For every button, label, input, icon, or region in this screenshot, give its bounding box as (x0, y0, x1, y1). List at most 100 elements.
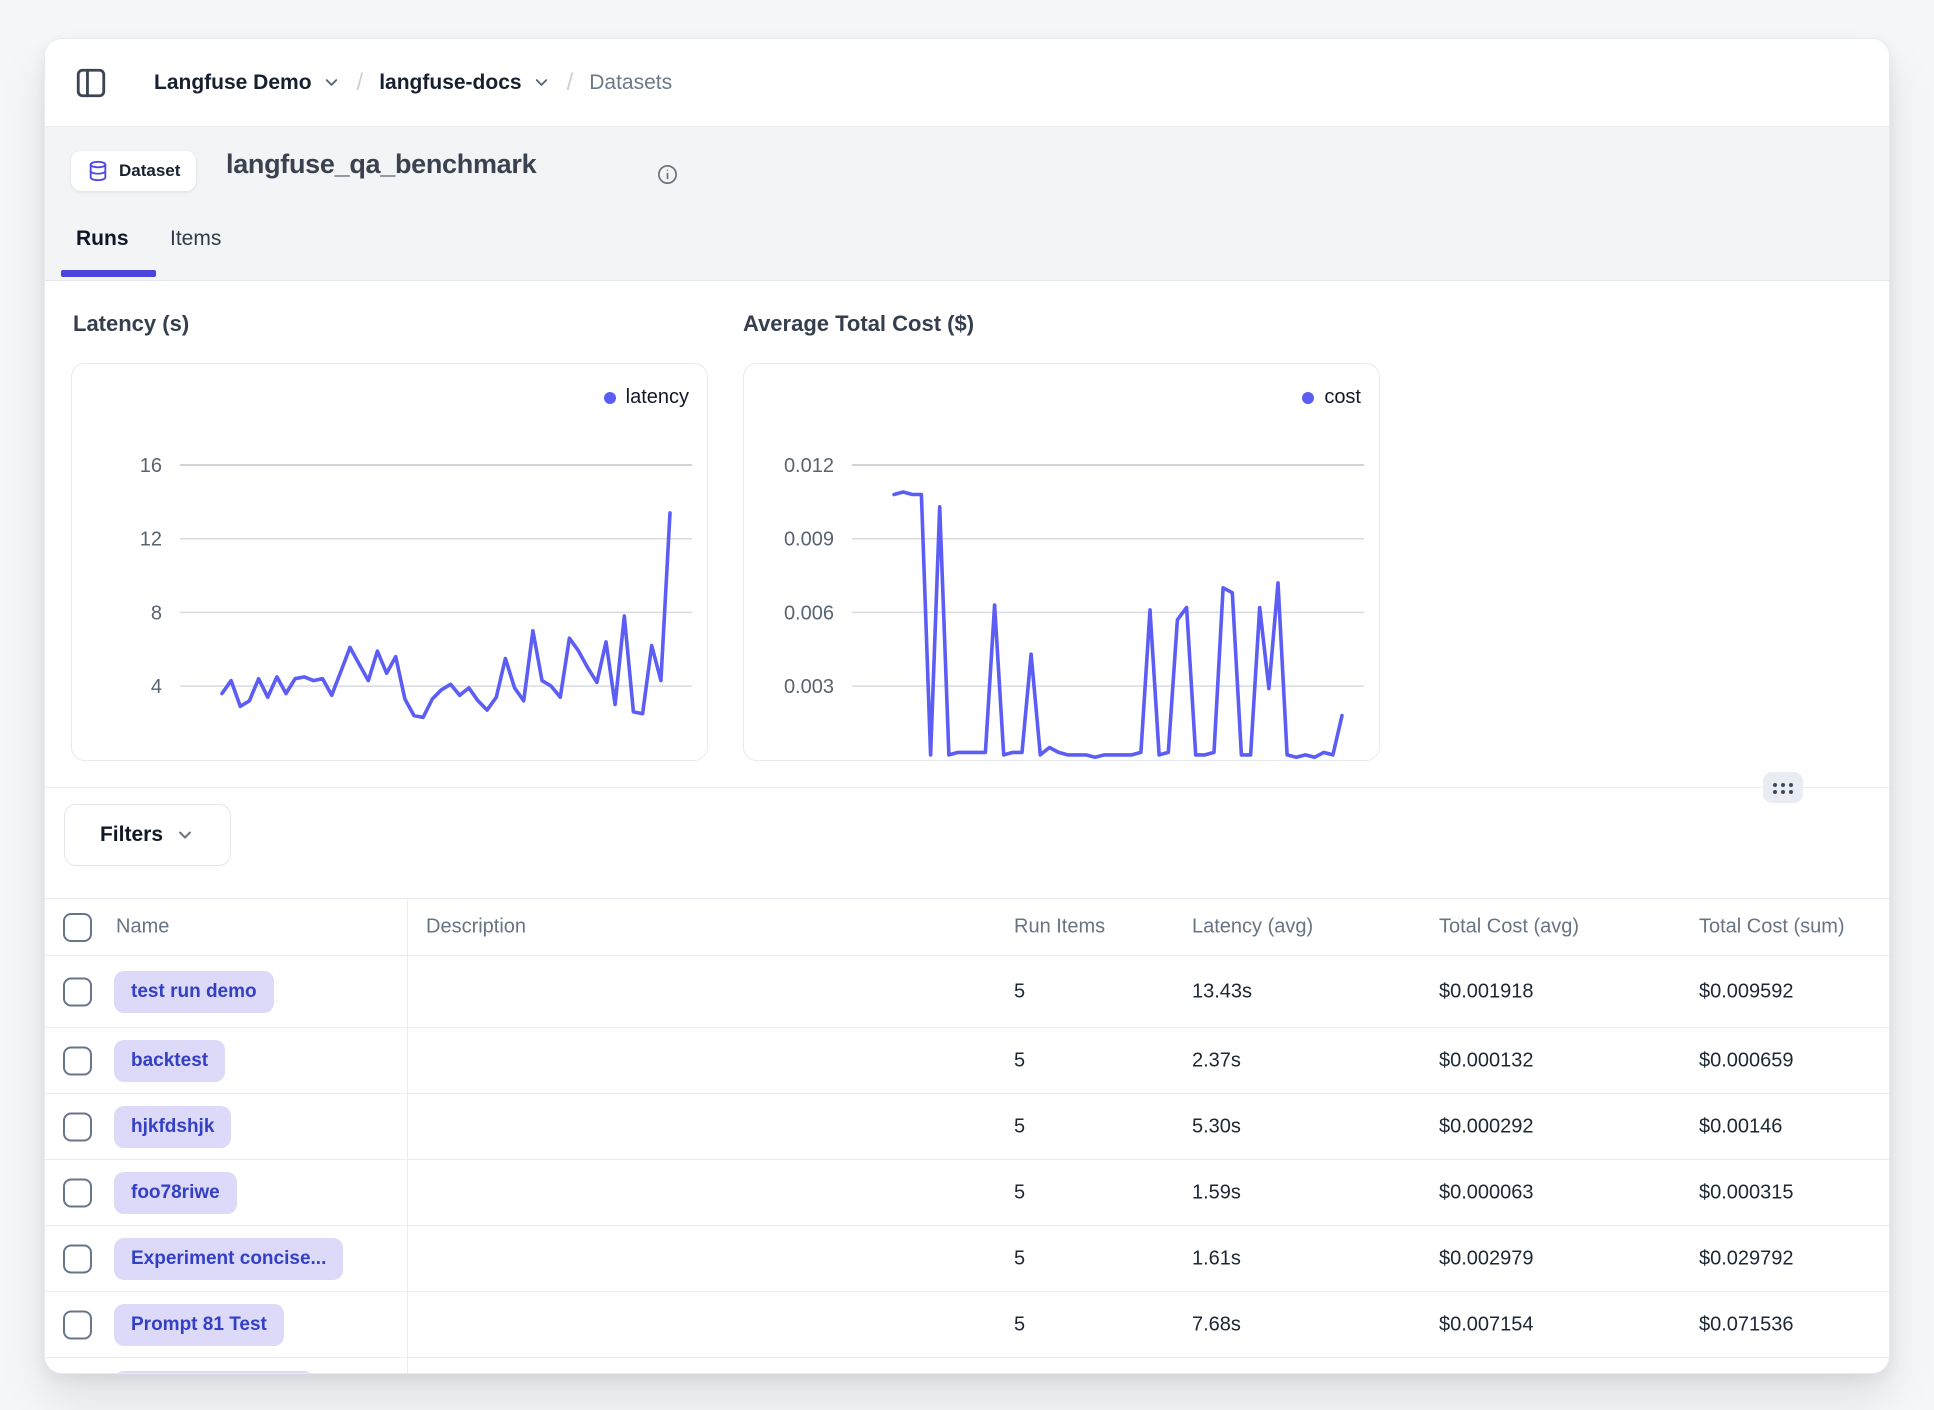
cell-total-cost-avg: $0.000132 (1439, 1049, 1534, 1072)
row-checkbox[interactable] (63, 1244, 92, 1273)
run-name-badge[interactable]: hjkfdshjk (114, 1106, 231, 1148)
active-tab-indicator (61, 270, 156, 277)
row-checkbox[interactable] (63, 1310, 92, 1339)
cell-run-items: 5 (1014, 980, 1025, 1003)
breadcrumb-bar: Langfuse Demo / langfuse-docs / Datasets (45, 39, 1889, 127)
run-name-badge[interactable]: backtest (114, 1040, 225, 1082)
row-checkbox[interactable] (63, 1374, 92, 1375)
breadcrumb-separator: / (357, 69, 364, 97)
svg-text:0.006: 0.006 (784, 602, 834, 624)
grip-dots-icon (1771, 780, 1795, 796)
page-header: Dataset langfuse_qa_benchmark Runs Items (45, 127, 1889, 281)
cost-chart-card: 0.0120.0090.0060.003 cost (743, 363, 1380, 761)
app-window: Langfuse Demo / langfuse-docs / Datasets… (44, 38, 1890, 1374)
run-name-badge[interactable]: test run demo (114, 971, 274, 1013)
column-header-total-cost-avg[interactable]: Total Cost (avg) (1439, 916, 1579, 939)
row-checkbox[interactable] (63, 1046, 92, 1075)
cell-total-cost-avg: $0.000292 (1439, 1115, 1534, 1138)
cell-run-items: 5 (1014, 1049, 1025, 1072)
column-divider (407, 898, 408, 1373)
table-row[interactable]: test run demo 5 13.43s $0.001918 $0.009592 (45, 956, 1889, 1028)
breadcrumb-page-label: Datasets (589, 71, 672, 95)
cell-run-items: 5 (1014, 1313, 1025, 1336)
table-row-partial[interactable] (45, 1358, 1889, 1374)
info-icon (656, 163, 679, 186)
cell-total-cost-sum: $0.000659 (1699, 1049, 1794, 1072)
cell-total-cost-sum: $0.00146 (1699, 1115, 1782, 1138)
latency-line-chart: 161284 (72, 364, 707, 760)
table-body: test run demo 5 13.43s $0.001918 $0.009592 ba… (45, 956, 1889, 1374)
tab-items[interactable]: Items (170, 227, 221, 251)
cell-latency-avg: 5.30s (1192, 1115, 1241, 1138)
svg-text:16: 16 (140, 455, 162, 477)
cell-latency-avg: 1.61s (1192, 1247, 1241, 1270)
section-divider (45, 787, 1889, 788)
table-row[interactable]: foo78riwe 5 1.59s $0.000063 $0.000315 (45, 1160, 1889, 1226)
cell-total-cost-sum: $0.009592 (1699, 980, 1794, 1003)
svg-text:0.003: 0.003 (784, 676, 834, 698)
cell-run-items: 5 (1014, 1181, 1025, 1204)
cell-run-items: 5 (1014, 1115, 1025, 1138)
select-all-checkbox[interactable] (63, 913, 92, 942)
column-header-description[interactable]: Description (426, 916, 526, 939)
cell-run-items: 5 (1014, 1247, 1025, 1270)
breadcrumb-separator: / (567, 69, 574, 97)
cost-line-chart: 0.0120.0090.0060.003 (744, 364, 1379, 760)
latency-chart-card: 161284 latency (71, 363, 708, 761)
run-name-badge-clipped[interactable] (114, 1371, 314, 1374)
dataset-badge-label: Dataset (119, 161, 180, 181)
table-row[interactable]: backtest52.37s$0.000132$0.000659 (45, 1028, 1889, 1094)
cost-chart-legend: cost (1302, 386, 1361, 409)
cell-total-cost-avg: $0.007154 (1439, 1313, 1534, 1336)
chevron-down-icon (175, 825, 195, 845)
breadcrumb: Langfuse Demo / langfuse-docs / Datasets (154, 69, 672, 97)
row-checkbox[interactable] (63, 977, 92, 1006)
column-header-run-items[interactable]: Run Items (1014, 916, 1105, 939)
panel-left-icon (74, 66, 108, 100)
info-button[interactable] (656, 163, 679, 186)
svg-text:0.012: 0.012 (784, 455, 834, 477)
column-header-latency-avg[interactable]: Latency (avg) (1192, 916, 1313, 939)
legend-dot-icon (1302, 392, 1314, 404)
chart-title-latency: Latency (s) (73, 311, 189, 337)
breadcrumb-project-label: langfuse-docs (379, 71, 521, 95)
table-header-row: Name Description Run Items Latency (avg)… (45, 898, 1889, 956)
column-header-name[interactable]: Name (116, 916, 169, 939)
svg-text:12: 12 (140, 529, 162, 551)
cell-latency-avg: 7.68s (1192, 1313, 1241, 1336)
legend-label: cost (1324, 386, 1361, 409)
cell-latency-avg: 13.43s (1192, 980, 1252, 1003)
chevron-down-icon (322, 73, 341, 92)
database-icon (87, 160, 109, 182)
runs-table: Name Description Run Items Latency (avg)… (45, 898, 1889, 1373)
column-header-total-cost-sum[interactable]: Total Cost (sum) (1699, 916, 1845, 939)
filters-button[interactable]: Filters (64, 804, 231, 866)
table-row[interactable]: Prompt 81 Test 5 7.68s $0.007154 $0.071536 (45, 1292, 1889, 1358)
legend-label: latency (626, 386, 689, 409)
latency-chart-legend: latency (604, 386, 689, 409)
row-checkbox[interactable] (63, 1112, 92, 1141)
svg-text:4: 4 (151, 676, 162, 698)
dataset-type-badge: Dataset (71, 151, 196, 191)
tab-runs[interactable]: Runs (76, 227, 129, 251)
cell-total-cost-avg: $0.000063 (1439, 1181, 1534, 1204)
resize-drag-handle[interactable] (1763, 772, 1803, 803)
run-name-badge[interactable]: Prompt 81 Test (114, 1304, 284, 1346)
filters-button-label: Filters (100, 823, 163, 847)
row-checkbox[interactable] (63, 1178, 92, 1207)
sidebar-toggle-button[interactable] (74, 66, 108, 100)
run-name-badge[interactable]: foo78riwe (114, 1172, 237, 1214)
page-title: langfuse_qa_benchmark (226, 149, 536, 180)
breadcrumb-org-switcher[interactable]: Langfuse Demo (154, 71, 341, 95)
legend-dot-icon (604, 392, 616, 404)
breadcrumb-page-datasets[interactable]: Datasets (589, 71, 672, 95)
table-row[interactable]: Experiment concise...51.61s$0.002979$0.0… (45, 1226, 1889, 1292)
cell-total-cost-sum: $0.000315 (1699, 1181, 1794, 1204)
cell-total-cost-avg: $0.001918 (1439, 980, 1534, 1003)
cell-total-cost-sum: $0.071536 (1699, 1313, 1794, 1336)
cell-total-cost-avg: $0.002979 (1439, 1247, 1534, 1270)
cell-latency-avg: 1.59s (1192, 1181, 1241, 1204)
breadcrumb-project-switcher[interactable]: langfuse-docs (379, 71, 550, 95)
table-row[interactable]: hjkfdshjk 5 5.30s $0.000292 $0.00146 (45, 1094, 1889, 1160)
run-name-badge[interactable]: Experiment concise... (114, 1238, 343, 1280)
